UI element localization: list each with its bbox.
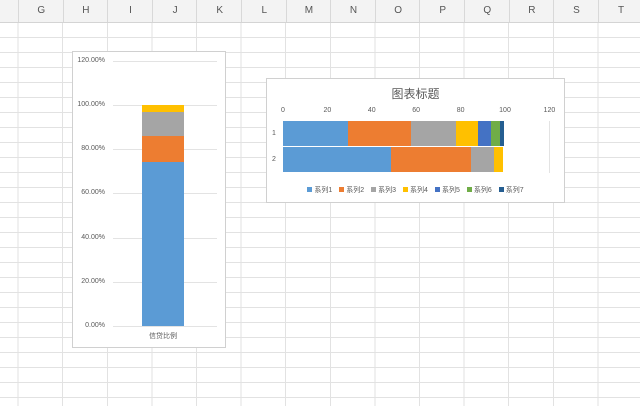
column-header-Q[interactable]: Q — [464, 0, 510, 22]
x-tick-label: 120 — [543, 107, 556, 114]
y-tick-label: 120.00% — [77, 56, 105, 64]
column-header-R[interactable]: R — [508, 0, 555, 22]
bar-segment-s4 — [142, 105, 184, 113]
legend-label: 系列7 — [505, 187, 524, 194]
y-tick-label: 20.00% — [81, 277, 105, 285]
y-category-label: 2 — [272, 156, 276, 163]
legend-label: 系列4 — [410, 187, 428, 194]
legend-swatch — [498, 187, 504, 192]
legend-item[interactable]: 系列4 — [403, 185, 428, 195]
bar-segment-3 — [410, 121, 457, 146]
column-header-bar: GHIJKLMNOPQRST — [0, 0, 640, 23]
bar-segment-3 — [471, 147, 495, 172]
gridline — [113, 326, 217, 327]
column-header-I[interactable]: I — [107, 0, 153, 22]
bar-segment-5 — [478, 121, 492, 146]
bar-segment-7 — [499, 121, 505, 146]
legend-swatch — [466, 187, 472, 192]
x-tick-label: 60 — [412, 107, 421, 114]
column-header-S[interactable]: S — [553, 0, 599, 22]
column-header-K[interactable]: K — [196, 0, 242, 22]
x-tick-label: 100 — [499, 107, 511, 114]
y-tick-label: 80.00% — [81, 145, 105, 153]
bar-segment-s1 — [142, 162, 184, 326]
chart-title: 图表标题 — [391, 87, 440, 101]
column-header-L[interactable]: L — [241, 0, 287, 22]
y-tick-label: 40.00% — [81, 233, 105, 241]
legend-item[interactable]: 系列5 — [434, 185, 460, 195]
y-tick-label: 0.00% — [85, 322, 105, 329]
legend-item[interactable]: 系列7 — [498, 185, 524, 195]
bar-segment-1 — [283, 147, 392, 172]
column-header-O[interactable]: O — [374, 0, 421, 22]
column-header-M[interactable]: M — [285, 0, 332, 22]
bar-segment-s3 — [142, 112, 184, 136]
legend-swatch — [403, 187, 409, 192]
legend-label: 系列2 — [346, 187, 365, 194]
y-category-label: 1 — [272, 130, 276, 137]
column-header-J[interactable]: J — [151, 0, 198, 22]
bar-segment-s2 — [142, 135, 184, 162]
legend-label: 系列6 — [473, 187, 492, 194]
stacked-bar-chart[interactable]: 图表标题 0 20 40 60 80 100 120 1 2 系列1 系列2 系列3 系列4 系列5 系列6… — [266, 78, 565, 203]
y-tick-label: 100.00% — [77, 101, 105, 108]
column-header-H[interactable]: H — [62, 0, 109, 22]
x-tick-label: 0 — [281, 107, 285, 114]
legend-label: 系列3 — [378, 187, 397, 194]
legend-swatch — [371, 187, 377, 192]
legend-swatch — [339, 187, 345, 192]
legend-label: 系列1 — [314, 187, 333, 194]
x-tick-label: 80 — [456, 107, 465, 114]
legend: 系列1 系列2 系列3 系列4 系列5 系列6 系列7 — [267, 185, 564, 195]
legend-swatch — [434, 187, 440, 192]
bar-segment-4 — [494, 147, 504, 172]
column-header-N[interactable]: N — [330, 0, 376, 22]
credit-ratio-chart[interactable]: 0.00% 20.00% 40.00% 60.00% 80.00% 100.00% 120.… — [72, 51, 226, 348]
gridline — [113, 60, 217, 62]
legend-item[interactable]: 系列6 — [466, 185, 492, 195]
legend-item[interactable]: 系列1 — [307, 185, 332, 195]
legend-label: 系列5 — [441, 187, 460, 194]
column-header-G[interactable]: G — [18, 0, 64, 22]
legend-item[interactable]: 系列3 — [371, 185, 396, 195]
gridline — [549, 121, 551, 173]
bar-segment-2 — [391, 147, 472, 172]
x-tick-label: 20 — [323, 107, 332, 114]
bar-segment-4 — [456, 121, 479, 146]
y-tick-label: 60.00% — [81, 189, 105, 197]
legend-item[interactable]: 系列2 — [339, 185, 364, 195]
bar-segment-6 — [491, 121, 500, 146]
bar-segment-1 — [283, 121, 349, 146]
column-header-T[interactable]: T — [597, 0, 640, 22]
bar-segment-2 — [348, 121, 411, 146]
legend-swatch — [307, 187, 313, 192]
column-header-P[interactable]: P — [419, 0, 465, 22]
x-tick-label: 40 — [367, 107, 376, 114]
x-category-label: 信贷比例 — [149, 333, 177, 340]
